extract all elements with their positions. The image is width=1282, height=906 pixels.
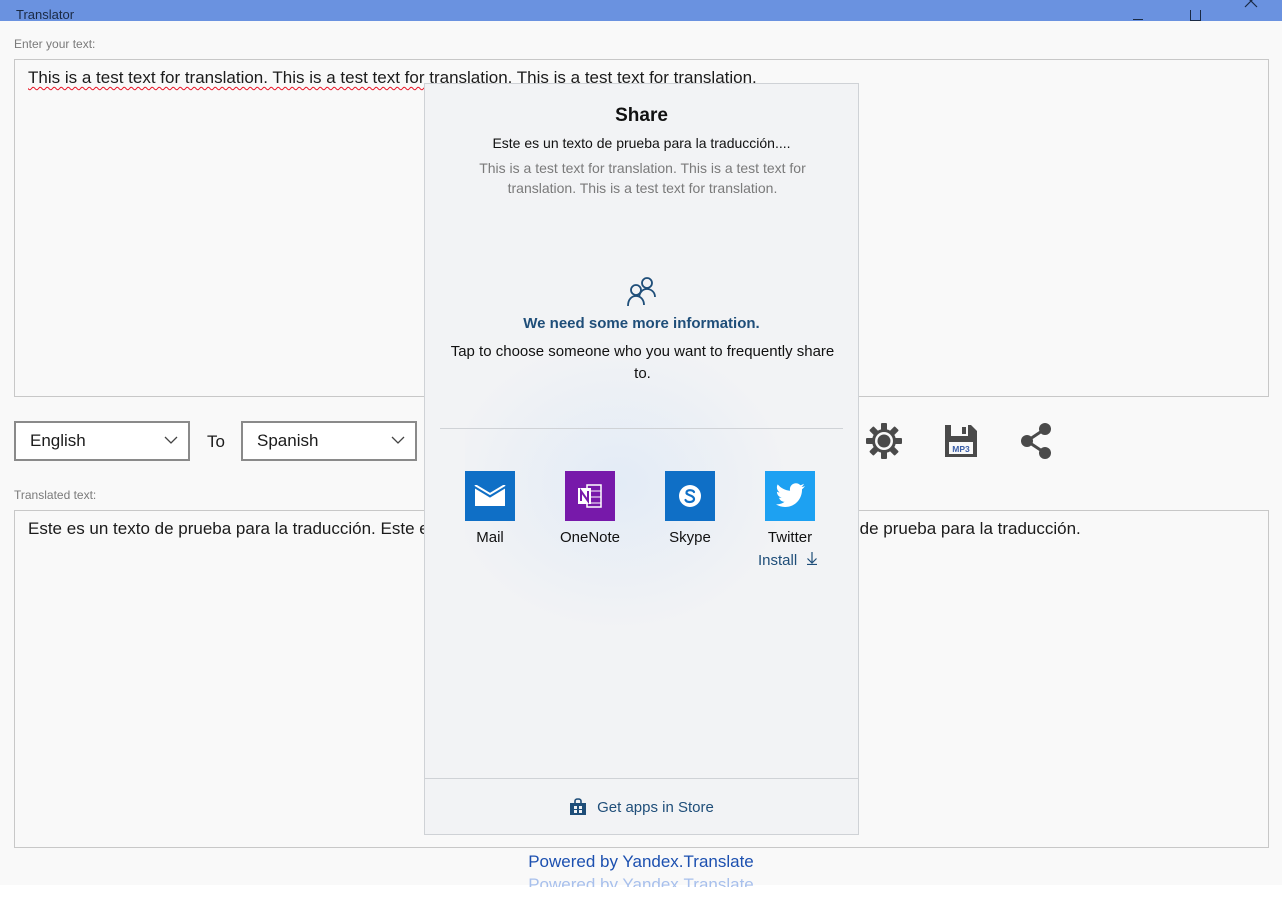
mail-icon (465, 471, 515, 521)
maximize-icon (1189, 10, 1201, 21)
skype-label: Skype (669, 529, 711, 546)
share-pane: Share Este es un texto de prueba para la… (424, 83, 859, 835)
minimize-button[interactable] (1115, 0, 1161, 21)
minimize-icon (1133, 19, 1143, 20)
input-label: Enter your text: (14, 37, 96, 51)
people-icon[interactable] (626, 275, 658, 307)
store-label: Get apps in Store (597, 798, 714, 816)
install-label: Install (758, 552, 798, 569)
window-title: Translator (16, 8, 75, 21)
info-text[interactable]: Tap to choose someone who you want to fr… (445, 341, 840, 385)
gear-icon (866, 423, 902, 459)
share-target-skype[interactable]: Skype (645, 471, 735, 546)
onenote-icon (565, 471, 615, 521)
share-icon (1021, 423, 1051, 459)
maximize-button[interactable] (1172, 0, 1218, 21)
target-language-value: Spanish (257, 431, 319, 450)
svg-text:MP3: MP3 (952, 444, 970, 454)
share-title: Share (615, 105, 668, 126)
twitter-label: Twitter (767, 529, 813, 546)
close-icon (1244, 0, 1258, 8)
twitter-install-link[interactable]: Install (758, 551, 818, 569)
output-label: Translated text: (14, 488, 97, 502)
divider (440, 428, 843, 429)
to-label: To (207, 432, 225, 451)
chevron-down-icon (391, 436, 405, 444)
share-translated-preview: Este es un texto de prueba para la tradu… (492, 135, 791, 151)
share-original-preview: This is a test text for translation. Thi… (479, 160, 806, 196)
close-button[interactable] (1228, 0, 1274, 21)
get-apps-in-store-link[interactable]: Get apps in Store (425, 798, 858, 816)
chevron-down-icon (164, 436, 178, 444)
powered-by-link[interactable]: Powered by Yandex.Translate (0, 852, 1282, 872)
settings-button[interactable] (864, 421, 904, 461)
footer-divider (425, 778, 858, 779)
share-target-onenote[interactable]: OneNote (545, 471, 635, 546)
share-target-twitter[interactable]: Twitter (745, 471, 835, 546)
info-heading[interactable]: We need some more information. (425, 315, 858, 332)
skype-icon (665, 471, 715, 521)
source-language-select[interactable]: English (14, 421, 190, 461)
share-button[interactable] (1016, 421, 1056, 461)
onenote-label: OneNote (559, 529, 621, 546)
mail-label: Mail (476, 529, 504, 546)
save-mp3-button[interactable]: MP3 (941, 421, 981, 461)
share-target-mail[interactable]: Mail (445, 471, 535, 546)
title-bar: Translator (0, 0, 1282, 21)
powered-by-reflection: Powered by Yandex.Translate (528, 875, 754, 887)
twitter-icon (765, 471, 815, 521)
save-mp3-icon: MP3 (945, 425, 977, 457)
target-language-select[interactable]: Spanish (241, 421, 417, 461)
store-bag-icon (570, 798, 587, 815)
source-language-value: English (30, 431, 86, 450)
download-icon (807, 552, 818, 566)
